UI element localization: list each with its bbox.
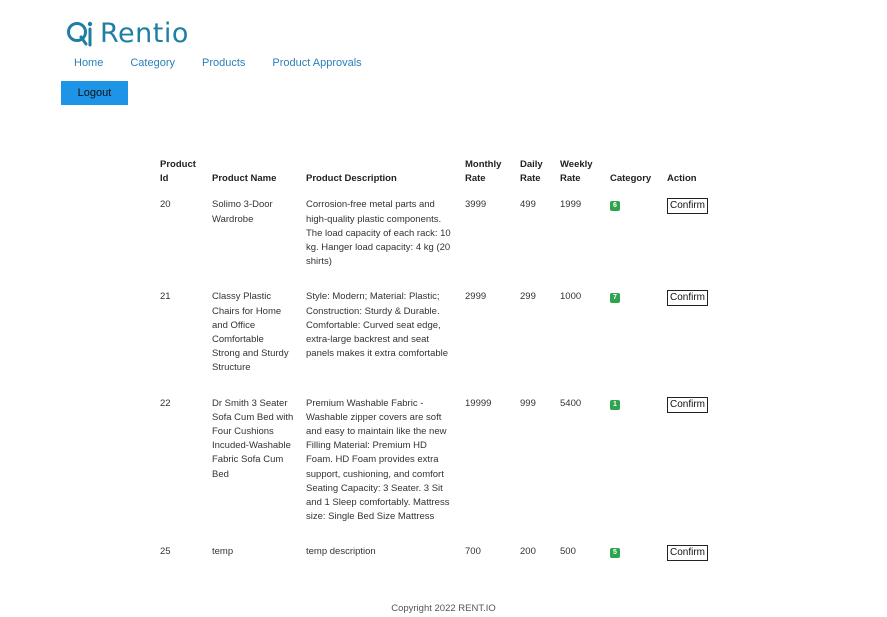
nav-product-approvals[interactable]: Product Approvals [272, 57, 361, 69]
category-badge: 1 [610, 399, 620, 410]
cell-daily-rate: 299 [520, 291, 536, 303]
cell-category: 7 [604, 282, 661, 388]
brand-name: Rentio [100, 17, 189, 49]
confirm-button[interactable]: Confirm [667, 545, 709, 562]
cell-product-description: Premium Washable Fabric - Washable zippe… [306, 397, 450, 523]
cell-weekly-rate: 1000 [560, 291, 582, 303]
table-row: 25 temp temp description 700 200 500 5 C… [154, 537, 723, 574]
confirm-button[interactable]: Confirm [667, 290, 709, 307]
cell-product-id: 22 [160, 397, 171, 409]
rentio-logo-icon [67, 21, 93, 47]
confirm-button[interactable]: Confirm [667, 198, 709, 215]
cell-category: 5 [604, 537, 661, 574]
cell-product-id: 20 [160, 199, 171, 211]
cell-daily-rate: 999 [520, 397, 536, 409]
cell-action: Confirm [661, 537, 723, 574]
cell-daily-rate: 200 [520, 546, 536, 558]
cell-weekly-rate: 500 [560, 546, 576, 558]
header-monthly-rate: Monthly Rate [465, 159, 502, 185]
cell-monthly-rate: 3999 [465, 199, 487, 211]
cell-product-name: Classy Plastic Chairs for Home and Offic… [212, 291, 289, 374]
category-badge: 6 [610, 201, 620, 212]
header-product-description: Product Description [306, 173, 397, 185]
header-action: Action [667, 173, 697, 185]
product-approvals-table: Product Id Product Name Product Descript… [154, 156, 723, 574]
brand-logo[interactable]: Rentio [66, 16, 189, 50]
table-row: 22 Dr Smith 3 Seater Sofa Cum Bed with F… [154, 389, 723, 538]
cell-product-id: 21 [160, 291, 171, 303]
cell-product-description: Style: Modern; Material: Plastic; Constr… [306, 291, 449, 360]
cell-product-name: Dr Smith 3 Seater Sofa Cum Bed with Four… [212, 397, 294, 480]
cell-category: 1 [604, 389, 661, 538]
category-badge: 5 [610, 548, 620, 559]
header-weekly-rate: Weekly Rate [560, 159, 593, 185]
cell-product-name: Solimo 3-Door Wardrobe [212, 199, 273, 225]
cell-product-description: Corrosion-free metal parts and high-qual… [306, 199, 451, 268]
nav-category[interactable]: Category [130, 57, 175, 69]
nav-products[interactable]: Products [202, 57, 245, 69]
cell-action: Confirm [661, 389, 723, 538]
cell-product-description: temp description [306, 546, 376, 558]
main-nav: Home Category Products Product Approvals [74, 57, 389, 69]
header-daily-rate: Daily Rate [520, 159, 543, 185]
cell-monthly-rate: 2999 [465, 291, 487, 303]
cell-weekly-rate: 1999 [560, 199, 582, 211]
table-row: 21 Classy Plastic Chairs for Home and Of… [154, 282, 723, 388]
cell-monthly-rate: 700 [465, 546, 481, 558]
header-product-id: Product Id [160, 159, 196, 185]
cell-product-id: 25 [160, 546, 171, 558]
cell-weekly-rate: 5400 [560, 397, 582, 409]
cell-action: Confirm [661, 190, 723, 282]
nav-home[interactable]: Home [74, 57, 103, 69]
cell-category: 6 [604, 190, 661, 282]
cell-monthly-rate: 19999 [465, 397, 492, 409]
cell-action: Confirm [661, 282, 723, 388]
table-header-row: Product Id Product Name Product Descript… [154, 156, 723, 190]
logout-button[interactable]: Logout [61, 81, 128, 105]
footer-copyright: Copyright 2022 RENT.IO [391, 603, 496, 614]
header-product-name: Product Name [212, 173, 277, 185]
table-row: 20 Solimo 3-Door Wardrobe Corrosion-free… [154, 190, 723, 282]
confirm-button[interactable]: Confirm [667, 396, 709, 413]
category-badge: 7 [610, 293, 620, 304]
cell-product-name: temp [212, 546, 234, 558]
cell-daily-rate: 499 [520, 199, 536, 211]
header-category: Category [610, 173, 652, 185]
